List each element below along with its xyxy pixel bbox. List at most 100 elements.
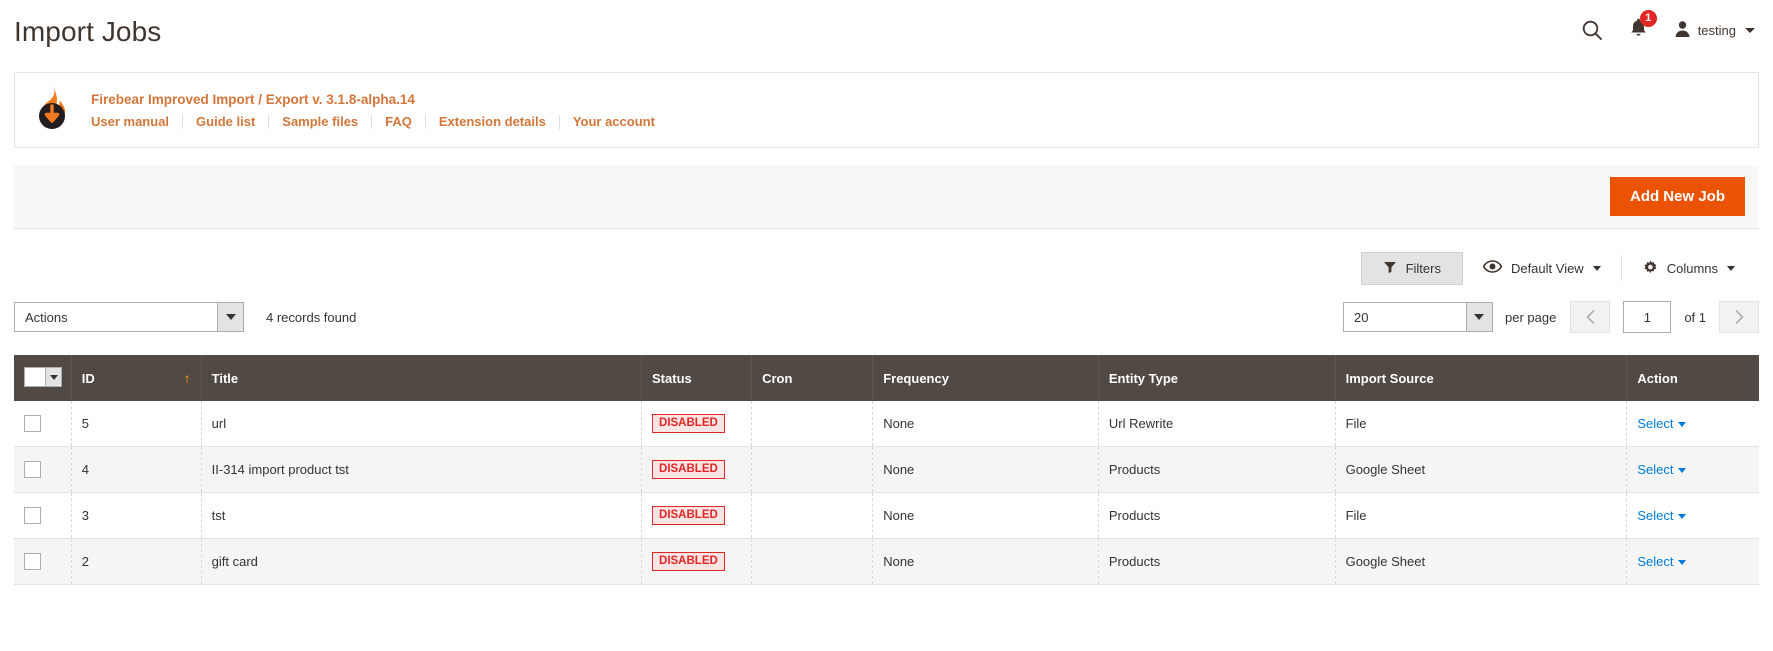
- link-user-manual[interactable]: User manual: [91, 114, 184, 129]
- row-checkbox[interactable]: [24, 415, 41, 432]
- pager: 20 per page of 1: [1342, 301, 1759, 333]
- sort-ascending-icon: ↑: [183, 370, 191, 386]
- cell-entity-type: Products: [1098, 538, 1336, 585]
- cell-id: 2: [71, 538, 202, 585]
- chevron-down-icon[interactable]: [45, 368, 61, 386]
- per-page-label: per page: [1504, 309, 1557, 325]
- cell-import-source: Google Sheet: [1335, 446, 1628, 493]
- table-row[interactable]: 3 tst DISABLED None Products File Select: [14, 492, 1759, 539]
- chevron-down-icon: [1465, 303, 1492, 331]
- page-actions-bar: Add New Job: [14, 165, 1759, 229]
- cell-title: gift card: [201, 538, 643, 585]
- chevron-down-icon: [1678, 560, 1687, 566]
- gear-icon: [1642, 259, 1658, 278]
- row-checkbox[interactable]: [24, 461, 41, 478]
- chevron-down-icon: [1727, 265, 1735, 271]
- row-select-action[interactable]: Select: [1637, 554, 1687, 569]
- link-extension-details[interactable]: Extension details: [426, 114, 560, 129]
- user-name-label: testing: [1697, 22, 1736, 38]
- cell-entity-type: Products: [1098, 492, 1336, 539]
- cell-status: DISABLED: [641, 538, 753, 585]
- page-header: Import Jobs 1 testing: [0, 0, 1773, 58]
- cell-action[interactable]: Select: [1626, 538, 1759, 585]
- chevron-down-icon: [1745, 27, 1755, 33]
- column-header-import-source[interactable]: Import Source: [1335, 355, 1628, 401]
- cell-cron: [751, 538, 874, 585]
- import-jobs-grid: ID ↑ Title Status Cron Frequency Entity …: [14, 355, 1759, 585]
- grid-header-row: ID ↑ Title Status Cron Frequency Entity …: [14, 355, 1759, 401]
- notification-count-badge: 1: [1639, 10, 1657, 27]
- default-view-dropdown[interactable]: Default View: [1463, 260, 1621, 276]
- status-badge: DISABLED: [652, 552, 725, 571]
- per-page-select[interactable]: 20: [1342, 302, 1493, 332]
- chevron-down-icon: [1678, 514, 1687, 520]
- cell-cron: [751, 446, 874, 493]
- chevron-down-icon: [217, 303, 243, 331]
- cell-title: url: [201, 401, 643, 447]
- row-select-cell[interactable]: [14, 538, 72, 585]
- table-row[interactable]: 4 II-314 import product tst DISABLED Non…: [14, 446, 1759, 493]
- status-badge: DISABLED: [652, 460, 725, 479]
- cell-import-source: File: [1335, 492, 1628, 539]
- cell-cron: [751, 401, 874, 447]
- table-row[interactable]: 2 gift card DISABLED None Products Googl…: [14, 538, 1759, 585]
- search-icon[interactable]: [1581, 19, 1603, 41]
- cell-frequency: None: [872, 401, 1099, 447]
- link-faq[interactable]: FAQ: [372, 114, 426, 129]
- cell-status: DISABLED: [641, 446, 753, 493]
- status-badge: DISABLED: [652, 414, 725, 433]
- total-pages-label: of 1: [1684, 309, 1706, 325]
- column-header-select-all[interactable]: [14, 355, 72, 401]
- column-header-title[interactable]: Title: [201, 355, 643, 401]
- table-row[interactable]: 5 url DISABLED None Url Rewrite File Sel…: [14, 401, 1759, 447]
- row-select-cell[interactable]: [14, 401, 72, 447]
- link-your-account[interactable]: Your account: [560, 114, 655, 129]
- row-select-action[interactable]: Select: [1637, 508, 1687, 523]
- column-header-status[interactable]: Status: [641, 355, 753, 401]
- cell-action[interactable]: Select: [1626, 446, 1759, 493]
- cell-cron: [751, 492, 874, 539]
- chevron-down-icon: [1678, 468, 1687, 474]
- row-select-action[interactable]: Select: [1637, 462, 1687, 477]
- actions-select[interactable]: Actions: [14, 302, 244, 332]
- previous-page-button[interactable]: [1570, 301, 1611, 333]
- column-header-id-label: ID: [81, 370, 95, 386]
- eye-icon: [1482, 260, 1503, 276]
- link-sample-files[interactable]: Sample files: [269, 114, 373, 129]
- extension-title: Firebear Improved Import / Export v. 3.1…: [91, 91, 415, 107]
- columns-label: Columns: [1666, 260, 1718, 276]
- extension-info-bar: Firebear Improved Import / Export v. 3.1…: [14, 72, 1759, 148]
- columns-dropdown[interactable]: Columns: [1622, 259, 1755, 278]
- select-all-checkbox[interactable]: [25, 368, 45, 386]
- extension-links: User manual Guide list Sample files FAQ …: [91, 114, 655, 129]
- row-select-cell[interactable]: [14, 446, 72, 493]
- page-title: Import Jobs: [14, 16, 162, 47]
- cell-action[interactable]: Select: [1626, 401, 1759, 447]
- grid-toolbar: Actions 4 records found 20 per page of 1: [14, 299, 1759, 335]
- page-number-input[interactable]: [1623, 301, 1672, 333]
- cell-action[interactable]: Select: [1626, 492, 1759, 539]
- filters-button[interactable]: Filters: [1360, 251, 1463, 285]
- cell-frequency: None: [872, 538, 1099, 585]
- row-select-action[interactable]: Select: [1637, 416, 1687, 431]
- notifications-button[interactable]: 1: [1629, 10, 1657, 43]
- extension-text-block: Firebear Improved Import / Export v. 3.1…: [91, 92, 655, 129]
- column-header-entity-type[interactable]: Entity Type: [1098, 355, 1336, 401]
- column-header-action: Action: [1626, 355, 1759, 401]
- user-menu[interactable]: testing: [1674, 20, 1755, 41]
- row-checkbox[interactable]: [24, 553, 41, 570]
- column-header-frequency[interactable]: Frequency: [872, 355, 1099, 401]
- default-view-label: Default View: [1510, 260, 1584, 276]
- column-header-cron[interactable]: Cron: [751, 355, 874, 401]
- link-guide-list[interactable]: Guide list: [183, 114, 270, 129]
- add-new-job-button[interactable]: Add New Job: [1609, 177, 1745, 216]
- row-select-cell[interactable]: [14, 492, 72, 539]
- column-header-id[interactable]: ID ↑: [71, 355, 202, 401]
- cell-entity-type: Products: [1098, 446, 1336, 493]
- header-actions: 1 testing: [1581, 10, 1755, 43]
- cell-id: 5: [71, 401, 202, 447]
- cell-frequency: None: [872, 492, 1099, 539]
- next-page-button[interactable]: [1719, 301, 1759, 333]
- cell-import-source: File: [1335, 401, 1628, 447]
- row-checkbox[interactable]: [24, 507, 41, 524]
